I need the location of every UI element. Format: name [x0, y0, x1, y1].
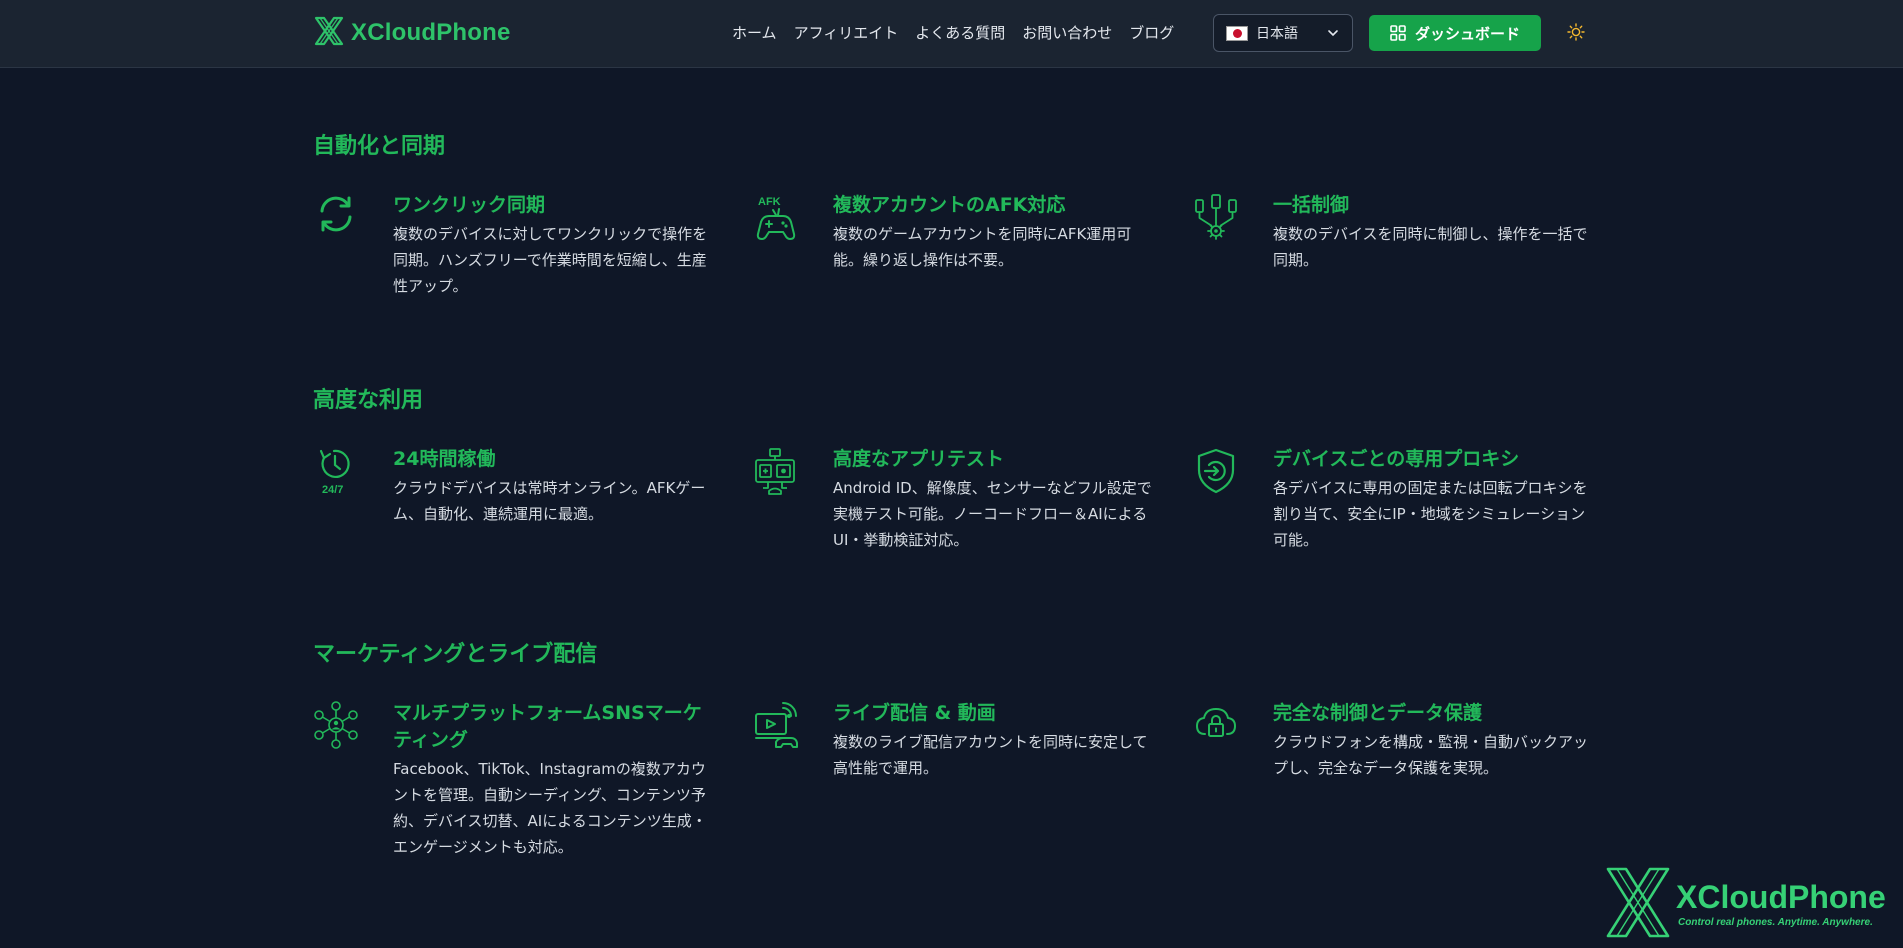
clock-24-7-icon: 24/7 — [313, 446, 359, 496]
live-stream-icon — [753, 700, 799, 750]
dashboard-grid-icon — [1390, 25, 1406, 41]
svg-text:Control real phones. Anytime.: Control real phones. Anytime. Anywhere. — [1678, 917, 1873, 928]
feature-description: クラウドデバイスは常時オンライン。AFKゲーム、自動化、連続運用に最適。 — [393, 479, 706, 523]
feature-description: クラウドフォンを構成・監視・自動バックアップし、完全なデータ保護を実現。 — [1273, 733, 1589, 777]
language-label: 日本語 — [1256, 26, 1298, 42]
chevron-down-icon — [1328, 30, 1338, 37]
section-title-automation: 自動化と同期 — [313, 134, 446, 159]
social-network-icon — [313, 700, 359, 750]
feature-description: 各デバイスに専用の固定または回転プロキシを割り当て、安全にIP・地域をシミュレー… — [1273, 479, 1588, 549]
sync-icon — [313, 192, 359, 242]
feature-title: デバイスごとの専用プロキシ — [1273, 448, 1520, 470]
language-select[interactable]: 日本語 — [1213, 14, 1353, 52]
feature-description: 複数のライブ配信アカウントを同時に安定して高性能で運用。 — [833, 733, 1148, 777]
nav-link-home[interactable]: ホーム — [732, 22, 777, 43]
feature-title: 複数アカウントのAFK対応 — [833, 194, 1066, 216]
sun-icon — [1567, 23, 1585, 41]
theme-toggle[interactable] — [1565, 21, 1587, 43]
brand-logo-icon — [313, 15, 345, 51]
watermark-logo: XCloudPhone Control real phones. Anytime… — [1606, 866, 1896, 940]
feature-title: 24時間稼働 — [393, 448, 496, 470]
section-title-advanced: 高度な利用 — [313, 388, 424, 413]
feature-title: ライブ配信 & 動画 — [833, 702, 996, 724]
dashboard-label: ダッシュボード — [1414, 24, 1520, 43]
dashboard-button[interactable]: ダッシュボード — [1369, 15, 1541, 51]
feature-title: 完全な制御とデータ保護 — [1273, 702, 1483, 724]
nav-link-faq[interactable]: よくある質問 — [915, 22, 1005, 43]
top-navbar: XCloudPhone ホーム アフィリエイト よくある質問 お問い合わせ ブロ… — [0, 0, 1903, 68]
cloud-lock-icon — [1193, 700, 1239, 750]
feature-title: ワンクリック同期 — [393, 194, 546, 216]
nav-links: ホーム アフィリエイト よくある質問 お問い合わせ ブログ — [732, 20, 1174, 44]
afk-gamepad-icon: AFK — [753, 192, 799, 242]
svg-text:24/7: 24/7 — [322, 484, 343, 496]
nav-link-blog[interactable]: ブログ — [1129, 22, 1174, 43]
feature-description: 複数のデバイスを同時に制御し、操作を一括で同期。 — [1273, 225, 1588, 269]
feature-description: 複数のゲームアカウントを同時にAFK運用可能。繰り返し操作は不要。 — [833, 225, 1132, 269]
feature-title: 一括制御 — [1273, 194, 1350, 216]
svg-text:AFK: AFK — [758, 196, 781, 208]
feature-title: マルチプラットフォームSNSマーケティング — [393, 702, 702, 751]
feature-description: Facebook、TikTok、Instagramの複数アカウントを管理。自動シ… — [393, 760, 707, 856]
svg-text:XCloudPhone: XCloudPhone — [1676, 879, 1886, 915]
app-test-icon — [753, 446, 799, 496]
section-title-marketing: マーケティングとライブ配信 — [313, 642, 598, 667]
brand-name: XCloudPhone — [351, 19, 511, 46]
feature-title: 高度なアプリテスト — [833, 448, 1005, 470]
feature-description: 複数のデバイスに対してワンクリックで操作を同期。ハンズフリーで作業時間を短縮し、… — [393, 225, 708, 295]
brand-logo-link[interactable]: XCloudPhone — [313, 16, 511, 50]
nav-link-affiliate[interactable]: アフィリエイト — [794, 22, 899, 43]
nav-link-contact[interactable]: お問い合わせ — [1022, 22, 1112, 43]
feature-description: Android ID、解像度、センサーなどフル設定で実機テスト可能。ノーコードフ… — [833, 479, 1152, 549]
batch-control-icon — [1193, 192, 1239, 242]
proxy-shield-icon — [1193, 446, 1239, 496]
japan-flag-icon — [1226, 25, 1248, 41]
